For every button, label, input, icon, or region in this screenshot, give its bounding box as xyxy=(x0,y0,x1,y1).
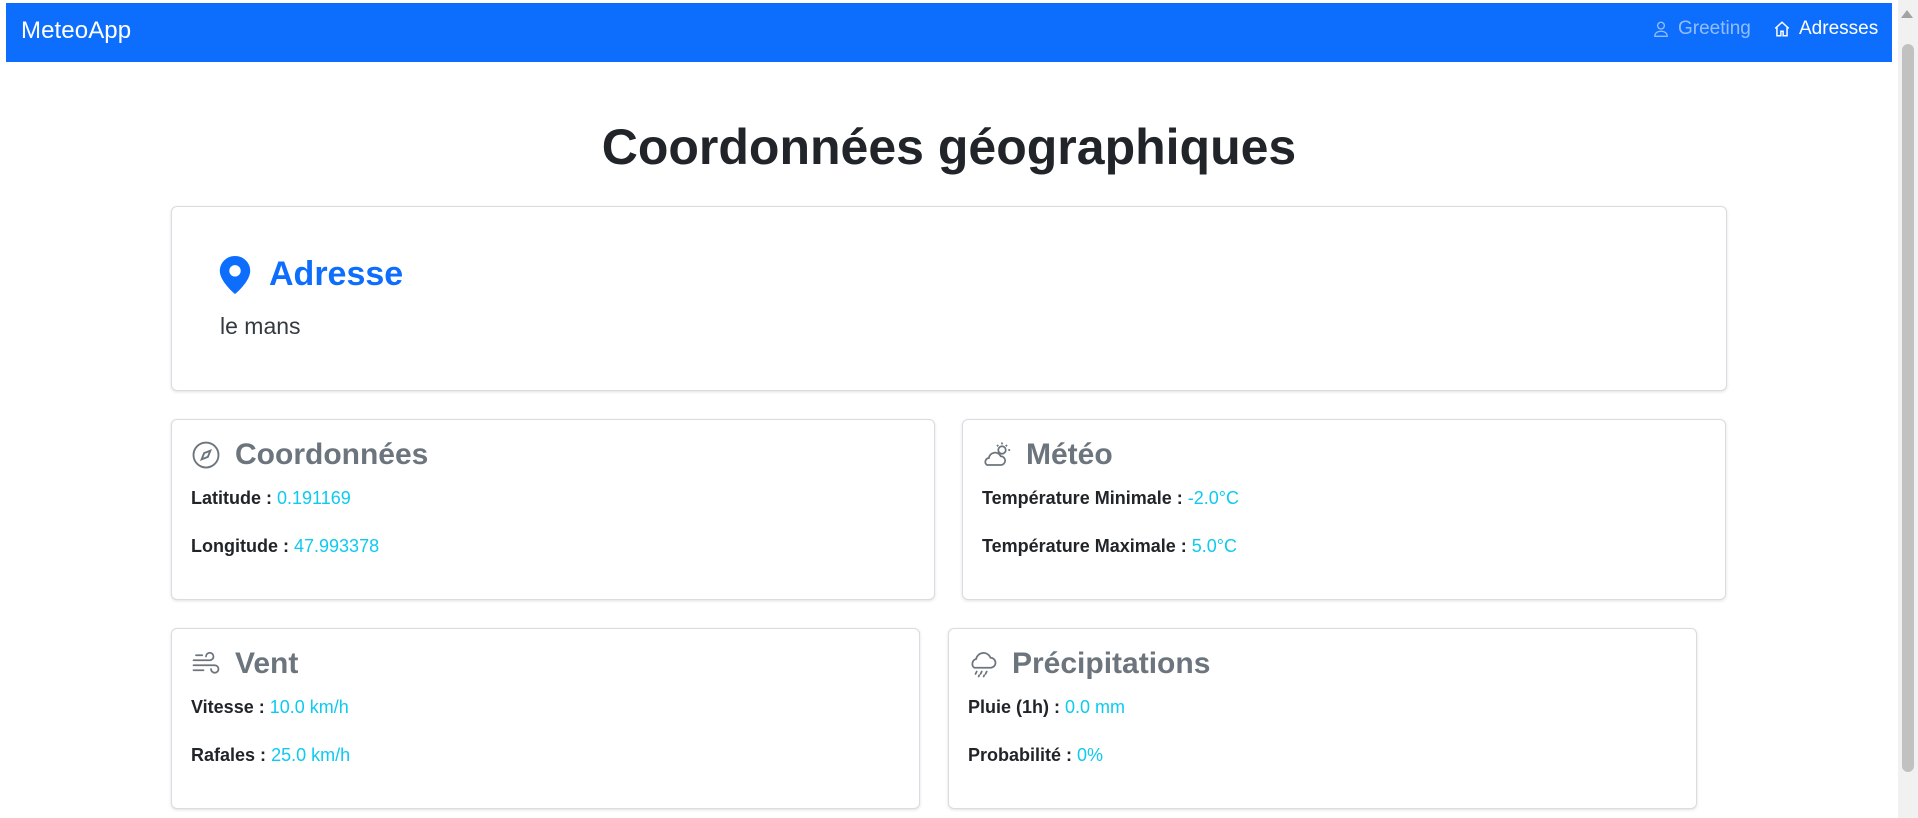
longitude-row: Longitude : 47.993378 xyxy=(191,536,379,557)
longitude-value: 47.993378 xyxy=(294,536,380,556)
probability-row: Probabilité : 0% xyxy=(968,745,1103,766)
latitude-row: Latitude : 0.191169 xyxy=(191,488,351,509)
tmax-label: Température Maximale : xyxy=(982,536,1187,556)
precipitation-title: Précipitations xyxy=(1012,647,1211,680)
speed-value: 10.0 km/h xyxy=(269,697,349,717)
tmin-row: Température Minimale : -2.0°C xyxy=(982,488,1239,509)
coordinates-header: Coordonnées xyxy=(191,438,428,472)
person-icon xyxy=(1654,21,1668,37)
tmin-value: -2.0°C xyxy=(1187,488,1239,508)
speed-row: Vitesse : 10.0 km/h xyxy=(191,697,349,718)
scrollbar-thumb[interactable] xyxy=(1902,44,1914,772)
navbar-brand[interactable]: MeteoApp xyxy=(21,17,131,45)
longitude-label: Longitude : xyxy=(191,536,289,556)
tmin-label: Température Minimale : xyxy=(982,488,1183,508)
rain-label: Pluie (1h) : xyxy=(968,697,1061,717)
geo-pin-icon xyxy=(219,255,251,294)
cloud-sun-icon xyxy=(984,442,1011,466)
wind-icon xyxy=(192,651,220,674)
nav-link-greeting[interactable]: Greeting xyxy=(1652,18,1751,40)
wind-header: Vent xyxy=(191,647,298,681)
navbar: MeteoApp Greeting Adresses xyxy=(6,3,1892,62)
latitude-label: Latitude : xyxy=(191,488,272,508)
house-icon xyxy=(1774,21,1790,37)
precipitation-header: Précipitations xyxy=(968,647,1210,681)
meteo-header: Météo xyxy=(982,438,1113,472)
speed-label: Vitesse : xyxy=(191,697,265,717)
gust-row: Rafales : 25.0 km/h xyxy=(191,745,350,766)
rain-row: Pluie (1h) : 0.0 mm xyxy=(968,697,1125,718)
address-title: Adresse xyxy=(269,255,404,293)
probability-label: Probabilité : xyxy=(968,745,1073,765)
nav-link-addresses-label: Adresses xyxy=(1799,18,1879,39)
nav-link-greeting-label: Greeting xyxy=(1678,18,1751,39)
address-value: le mans xyxy=(220,313,301,339)
rain-value: 0.0 mm xyxy=(1065,697,1126,717)
gust-value: 25.0 km/h xyxy=(271,745,351,765)
precipitation-card: Précipitations Pluie (1h) : 0.0 mm Proba… xyxy=(948,628,1697,809)
scroll-up-arrow-icon[interactable] xyxy=(1901,10,1913,18)
coordinates-title: Coordonnées xyxy=(235,438,429,471)
gust-label: Rafales : xyxy=(191,745,267,765)
page-title: Coordonnées géographiques xyxy=(601,119,1297,175)
address-header: Adresse xyxy=(219,255,403,294)
compass-icon xyxy=(192,441,220,469)
meteo-card: Météo Température Minimale : -2.0°C Temp… xyxy=(962,419,1726,600)
address-card: Adresse le mans xyxy=(171,206,1727,391)
latitude-value: 0.191169 xyxy=(277,488,351,508)
coordinates-card: Coordonnées Latitude : 0.191169 Longitud… xyxy=(171,419,935,600)
probability-value: 0% xyxy=(1077,745,1104,765)
cloud-rain-icon xyxy=(971,652,997,678)
tmax-value: 5.0°C xyxy=(1191,536,1237,556)
wind-card: Vent Vitesse : 10.0 km/h Rafales : 25.0 … xyxy=(171,628,920,809)
meteo-title: Météo xyxy=(1026,438,1113,471)
nav-link-addresses[interactable]: Adresses xyxy=(1773,18,1878,40)
tmax-row: Température Maximale : 5.0°C xyxy=(982,536,1237,557)
wind-title: Vent xyxy=(235,647,299,680)
vertical-scrollbar[interactable] xyxy=(1898,0,1918,818)
